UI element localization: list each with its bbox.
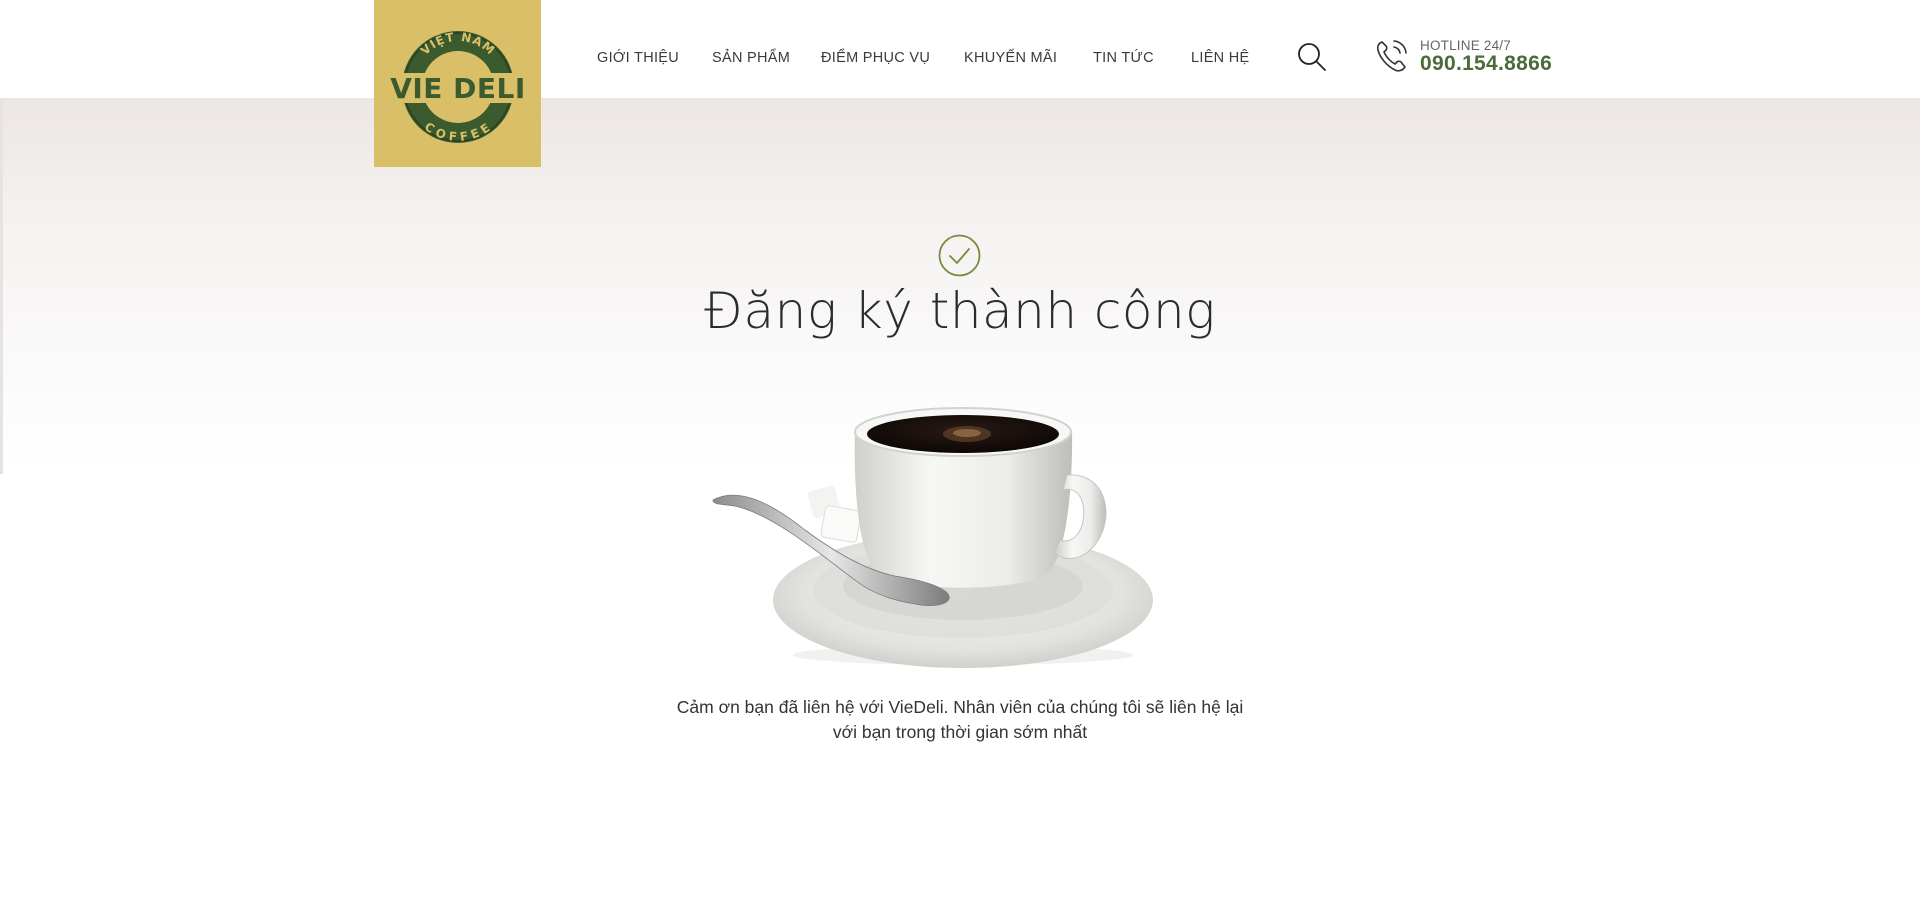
nav-item-khuyen-mai[interactable]: KHUYẾN MÃI bbox=[964, 50, 1057, 66]
search-icon[interactable] bbox=[1297, 42, 1327, 72]
hotline-number[interactable]: 090.154.8866 bbox=[1420, 52, 1552, 76]
message-line-1: Cảm ơn bạn đã liên hệ với VieDeli. Nhân … bbox=[676, 697, 1244, 717]
logo-main-text: VIE DELI bbox=[390, 72, 526, 105]
page-title: Đăng ký thành công bbox=[704, 282, 1216, 340]
nav-item-tin-tuc[interactable]: TIN TỨC bbox=[1093, 50, 1154, 66]
check-circle-icon bbox=[938, 234, 981, 277]
nav-item-lien-he[interactable]: LIÊN HỆ bbox=[1191, 50, 1250, 66]
phone-icon bbox=[1375, 38, 1409, 74]
thank-you-message: Cảm ơn bạn đã liên hệ với VieDeli. Nhân … bbox=[0, 695, 1920, 745]
logo-badge: VIỆT NAM COFFEE VIE DELI bbox=[388, 29, 527, 144]
nav-item-diem-phuc-vu[interactable]: ĐIỂM PHỤC VỤ bbox=[821, 50, 930, 66]
hotline-label: HOTLINE 24/7 bbox=[1420, 38, 1511, 53]
logo[interactable]: VIỆT NAM COFFEE VIE DELI bbox=[374, 0, 541, 167]
coffee-cup-image bbox=[705, 380, 1165, 670]
nav-item-san-pham[interactable]: SẢN PHẨM bbox=[712, 50, 790, 66]
message-line-2: với bạn trong thời gian sớm nhất bbox=[832, 722, 1088, 742]
main-nav: GIỚI THIỆU SẢN PHẨM ĐIỂM PHỤC VỤ KHUYẾN … bbox=[0, 0, 1920, 115]
nav-item-gioi-thieu[interactable]: GIỚI THIỆU bbox=[597, 50, 679, 66]
